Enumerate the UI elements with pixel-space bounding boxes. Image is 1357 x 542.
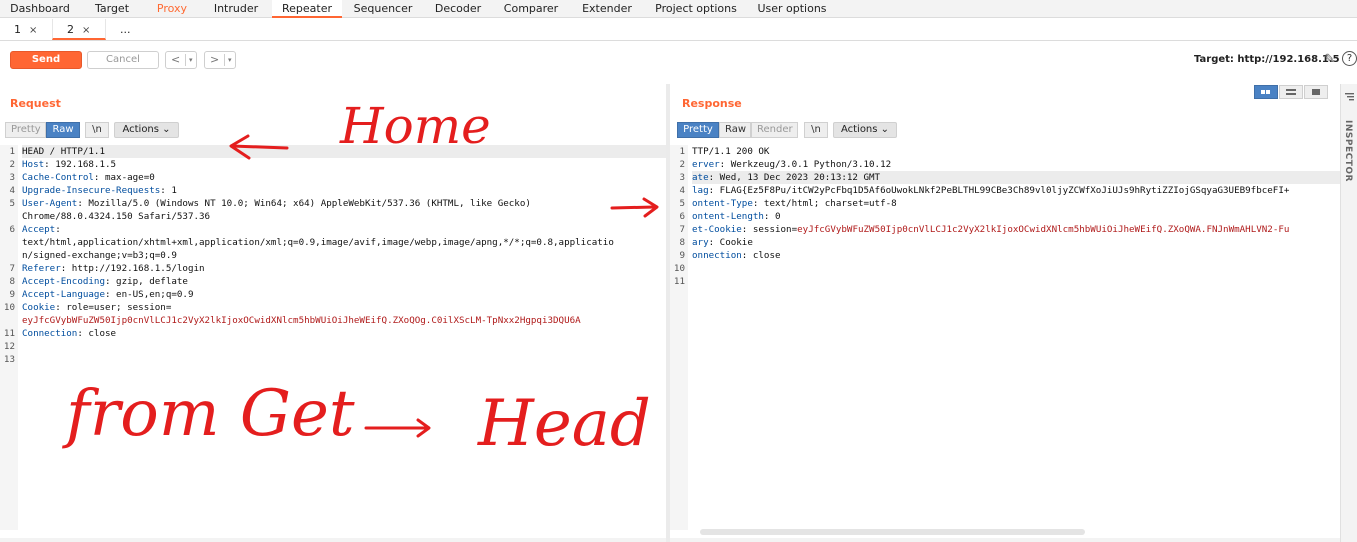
head-annotation: Head	[478, 387, 651, 461]
from-get-annotation: from Get	[66, 377, 355, 451]
annotation-layer	[229, 134, 659, 438]
home-annotation: Home	[340, 97, 491, 155]
arrow-left-annotation	[230, 144, 289, 150]
arrow-right-annotation	[610, 205, 656, 210]
